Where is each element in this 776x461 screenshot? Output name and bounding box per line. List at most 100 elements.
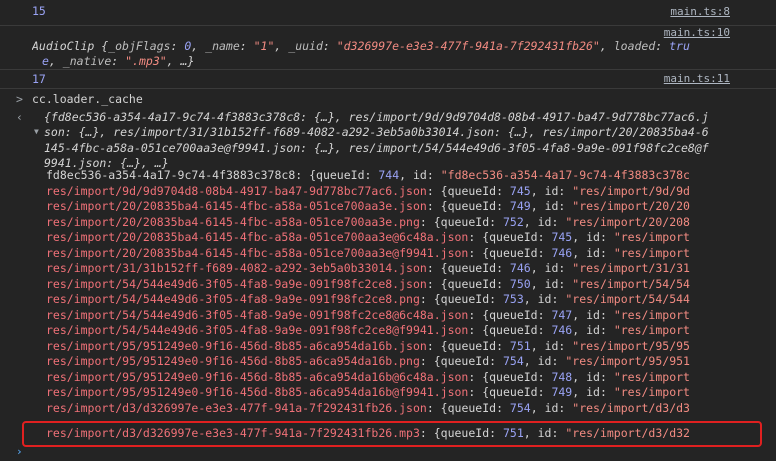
punct: : [599, 369, 614, 384]
id-label: id [586, 385, 600, 399]
token: ".mp3" [125, 54, 167, 69]
entry-key: res/import/20/20835ba4-6145-4fbc-a58a-05… [46, 245, 469, 260]
cache-entry[interactable]: ▶res/import/31/31b152ff-f689-4082-a292-3… [46, 261, 730, 276]
log-value: 15 [32, 4, 46, 18]
token: { [94, 39, 109, 53]
console-input-prompt[interactable]: › [16, 445, 23, 458]
punct: , [572, 245, 587, 260]
token: , [274, 39, 289, 53]
queue-id-value: 749 [551, 385, 573, 399]
id-label: id [544, 338, 559, 353]
cache-entry[interactable]: ▶res/import/54/544e49d6-3f05-4fa8-9a9e-0… [46, 323, 730, 338]
id-value: "fd8ec536-a354-4a17-9c74-4f3883c378c [440, 168, 690, 182]
cache-entry[interactable]: ▶res/import/54/544e49d6-3f05-4fa8-9a9e-0… [46, 292, 730, 307]
token: , [599, 39, 614, 53]
id-label: id [537, 292, 552, 306]
cache-entry[interactable]: ▶res/import/95/951249e0-9f16-456d-8b85-a… [46, 370, 730, 385]
queue-id-value: 746 [509, 261, 531, 275]
summary-line: 145-4fbc-a58a-051ce700aa3e@f9941.json: {… [44, 140, 709, 155]
id-value: "res/import/d3/d3 [572, 400, 690, 415]
source-link-main-11[interactable]: main.ts:11 [664, 72, 730, 85]
punct: , [530, 261, 545, 275]
queue-label: queueId [447, 400, 497, 415]
id-label: id [586, 307, 600, 322]
token: "1" [253, 39, 275, 53]
punct: : [496, 261, 510, 275]
entry-key: res/import/54/544e49d6-3f05-4fa8-9a9e-09… [46, 292, 420, 306]
entry-key: res/import/20/20835ba4-6145-4fbc-a58a-05… [46, 230, 469, 244]
punct: : [489, 354, 503, 368]
id-value: "res/import [613, 323, 690, 337]
cache-entry[interactable]: ▶res/import/54/544e49d6-3f05-4fa8-9a9e-0… [46, 308, 730, 323]
punct: , [530, 199, 545, 213]
token: , [191, 39, 206, 53]
id-label: id [544, 261, 559, 275]
punct: , [530, 276, 545, 291]
punct: : [537, 385, 552, 399]
cache-entry[interactable]: ▶res/import/95/951249e0-9f16-456d-8b85-a… [46, 339, 730, 354]
punct: : [537, 307, 552, 322]
queue-id-value: 745 [551, 230, 573, 244]
punct: : [537, 369, 552, 384]
id-label: id [544, 199, 559, 213]
highlight-annotation [22, 421, 762, 447]
token: _native [62, 54, 112, 69]
id-label: id [537, 354, 552, 368]
input-prompt-icon: > [16, 92, 23, 106]
punct: : [558, 338, 573, 353]
audioclip-line-1[interactable]: ▶ AudioClip {_objFlags: 0, _name: "1", _… [32, 39, 730, 54]
punct: : [551, 214, 566, 229]
punct: : { [468, 369, 490, 384]
cache-entry[interactable]: ▶res/import/20/20835ba4-6145-4fbc-a58a-0… [46, 215, 730, 230]
cache-entry[interactable]: ▶res/import/20/20835ba4-6145-4fbc-a58a-0… [46, 230, 730, 245]
console-command-row: > cc.loader._cache [0, 89, 776, 110]
cache-entry[interactable]: ▶res/import/20/20835ba4-6145-4fbc-a58a-0… [46, 199, 730, 214]
entry-key: res/import/95/951249e0-9f16-456d-8b85-a6… [46, 369, 469, 384]
punct: , [572, 369, 587, 384]
entry-key: res/import/20/20835ba4-6145-4fbc-a58a-05… [46, 214, 420, 229]
queue-id-value: 752 [502, 214, 524, 229]
punct: : [489, 214, 503, 229]
id-value: "res/import/54/54 [572, 276, 690, 291]
token: e [42, 54, 49, 69]
cache-entry[interactable]: ▶res/import/20/20835ba4-6145-4fbc-a58a-0… [46, 246, 730, 261]
punct: : [364, 168, 379, 182]
queue-label: queueId [440, 214, 490, 229]
log-row-audioclip: main.ts:10 ▶ AudioClip {_objFlags: 0, _n… [0, 26, 776, 70]
cache-entry[interactable]: ▶res/import/9d/9d9704d8-08b4-4917-ba47-9… [46, 184, 730, 199]
punct: , [523, 292, 538, 306]
cache-entry[interactable]: ▶res/import/95/951249e0-9f16-456d-8b85-a… [46, 354, 730, 369]
cache-entry[interactable]: ▶res/import/95/951249e0-9f16-456d-8b85-a… [46, 385, 730, 400]
cache-entry[interactable]: ▶res/import/54/544e49d6-3f05-4fa8-9a9e-0… [46, 277, 730, 292]
punct: , [530, 338, 545, 353]
entry-key: res/import/d3/d326997e-e3e3-477f-941a-7f… [46, 400, 427, 415]
punct: : [558, 199, 573, 213]
source-link-main-10[interactable]: main.ts:10 [664, 26, 730, 39]
queue-label: queueId [489, 385, 538, 399]
token: _objFlags [108, 39, 171, 53]
punct: : [551, 354, 566, 368]
punct: : [599, 385, 614, 399]
collapse-triangle-icon[interactable]: ▼ [34, 127, 39, 136]
id-value: "res/import/20/20 [572, 199, 690, 213]
queue-label: queueId [447, 199, 497, 213]
cache-entry[interactable]: ▶res/import/d3/d326997e-e3e3-477f-941a-7… [46, 401, 730, 416]
token: : [170, 39, 185, 53]
result-arrow-icon: ‹ [16, 110, 23, 124]
entry-key: res/import/54/544e49d6-3f05-4fa8-9a9e-09… [46, 323, 469, 337]
id-label: id [586, 369, 600, 384]
id-value: "res/import [613, 307, 690, 322]
id-value: "res/import/20/208 [565, 214, 690, 229]
punct: : { [419, 354, 441, 368]
entry-key: res/import/20/20835ba4-6145-4fbc-a58a-05… [46, 199, 427, 213]
punct: : [599, 323, 614, 337]
source-link-main-8[interactable]: main.ts:8 [670, 5, 730, 18]
result-summary[interactable]: ‹ {fd8ec536-a354-4a17-9c74-4f3883c378c8:… [0, 110, 776, 170]
id-label: id [586, 323, 600, 337]
token: : [322, 39, 337, 53]
cache-entry[interactable]: ▶fd8ec536-a354-4a17-9c74-4f3883c378c8: {… [46, 168, 730, 183]
id-value: "res/import [613, 245, 690, 260]
punct: , [530, 400, 545, 415]
punct: : { [426, 261, 448, 275]
punct: : [558, 276, 573, 291]
